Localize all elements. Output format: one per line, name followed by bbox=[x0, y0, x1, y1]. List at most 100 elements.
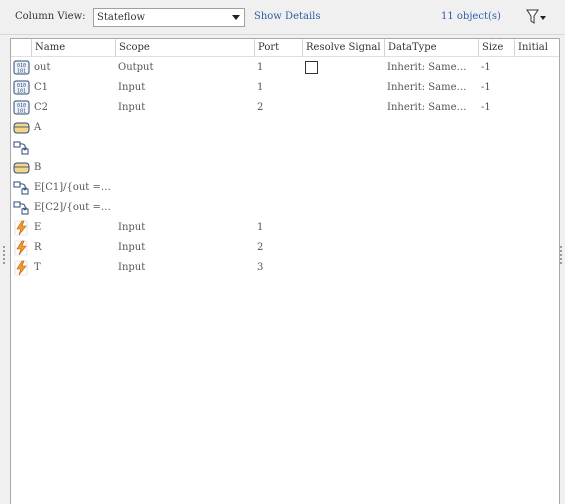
cell-name[interactable]: out bbox=[31, 58, 115, 78]
cell-datatype[interactable]: Inherit: Same… bbox=[384, 78, 478, 98]
transition-icon bbox=[13, 200, 31, 216]
cell-scope[interactable] bbox=[115, 138, 254, 158]
cell-name[interactable]: E[C1]/{out =… bbox=[31, 178, 115, 198]
cell-datatype[interactable] bbox=[384, 218, 478, 238]
cell-datatype[interactable] bbox=[384, 158, 478, 178]
cell-port[interactable]: 1 bbox=[254, 78, 302, 98]
cell-port[interactable] bbox=[254, 198, 302, 218]
table-row[interactable]: 010 101 out Output 1 Inherit: Same… -1 bbox=[11, 58, 559, 78]
cell-name[interactable] bbox=[31, 138, 115, 158]
cell-size[interactable] bbox=[478, 238, 514, 258]
cell-name[interactable]: E bbox=[31, 218, 115, 238]
cell-scope[interactable] bbox=[115, 198, 254, 218]
cell-scope[interactable]: Input bbox=[115, 78, 254, 98]
cell-scope[interactable] bbox=[115, 178, 254, 198]
cell-port[interactable]: 1 bbox=[254, 58, 302, 78]
table-row[interactable]: E Input 1 bbox=[11, 218, 559, 238]
table-row[interactable]: B bbox=[11, 158, 559, 178]
cell-port[interactable] bbox=[254, 118, 302, 138]
column-view-value: Stateflow bbox=[97, 12, 146, 23]
left-resize-handle[interactable] bbox=[3, 246, 6, 266]
cell-size[interactable] bbox=[478, 198, 514, 218]
cell-name[interactable]: C1 bbox=[31, 78, 115, 98]
table-row[interactable]: A bbox=[11, 118, 559, 138]
table-header: Name Scope Port Resolve Signal DataType … bbox=[11, 39, 559, 57]
transition-icon bbox=[13, 180, 31, 196]
model-data-table: Name Scope Port Resolve Signal DataType … bbox=[10, 38, 560, 504]
toolbar: Column View: Stateflow Show Details 11 o… bbox=[0, 0, 565, 34]
cell-size[interactable] bbox=[478, 138, 514, 158]
table-row[interactable]: T Input 3 bbox=[11, 258, 559, 278]
cell-datatype[interactable] bbox=[384, 118, 478, 138]
cell-scope[interactable]: Input bbox=[115, 218, 254, 238]
cell-datatype[interactable] bbox=[384, 178, 478, 198]
table-row[interactable] bbox=[11, 138, 559, 158]
filter-button[interactable] bbox=[525, 8, 547, 26]
cell-scope[interactable]: Input bbox=[115, 98, 254, 118]
cell-port[interactable]: 2 bbox=[254, 238, 302, 258]
column-header-initial[interactable]: Initial bbox=[514, 39, 559, 57]
cell-size[interactable]: -1 bbox=[478, 98, 514, 118]
svg-text:101: 101 bbox=[17, 69, 26, 75]
cell-datatype[interactable]: Inherit: Same… bbox=[384, 58, 478, 78]
state-icon bbox=[13, 160, 31, 176]
table-row[interactable]: E[C2]/{out =… bbox=[11, 198, 559, 218]
state-icon bbox=[13, 120, 31, 136]
cell-datatype[interactable]: Inherit: Same… bbox=[384, 98, 478, 118]
column-header-datatype[interactable]: DataType bbox=[384, 39, 478, 57]
cell-size[interactable] bbox=[478, 158, 514, 178]
data-icon: 010 101 bbox=[13, 80, 31, 96]
show-details-link[interactable]: Show Details bbox=[254, 11, 321, 22]
cell-size[interactable] bbox=[478, 218, 514, 238]
table-row[interactable]: 010 101 C2 Input 2 Inherit: Same… -1 bbox=[11, 98, 559, 118]
cell-name[interactable]: T bbox=[31, 258, 115, 278]
table-row[interactable]: E[C1]/{out =… bbox=[11, 178, 559, 198]
cell-port[interactable] bbox=[254, 138, 302, 158]
right-resize-handle[interactable] bbox=[560, 246, 563, 266]
cell-port[interactable] bbox=[254, 178, 302, 198]
data-icon: 010 101 bbox=[13, 100, 31, 116]
cell-scope[interactable] bbox=[115, 118, 254, 138]
cell-datatype[interactable] bbox=[384, 138, 478, 158]
column-header-name[interactable]: Name bbox=[31, 39, 115, 57]
cell-datatype[interactable] bbox=[384, 238, 478, 258]
sort-ascending-icon bbox=[492, 39, 500, 40]
column-header-size[interactable]: Size bbox=[478, 39, 514, 57]
transition-icon bbox=[13, 140, 31, 156]
cell-name[interactable]: C2 bbox=[31, 98, 115, 118]
event-icon bbox=[13, 260, 31, 276]
cell-size[interactable] bbox=[478, 118, 514, 138]
cell-port[interactable]: 2 bbox=[254, 98, 302, 118]
cell-size[interactable]: -1 bbox=[478, 58, 514, 78]
cell-port[interactable] bbox=[254, 158, 302, 178]
cell-scope[interactable]: Input bbox=[115, 258, 254, 278]
cell-scope[interactable] bbox=[115, 158, 254, 178]
cell-datatype[interactable] bbox=[384, 198, 478, 218]
cell-name[interactable]: R bbox=[31, 238, 115, 258]
cell-name[interactable]: E[C2]/{out =… bbox=[31, 198, 115, 218]
table-row[interactable]: 010 101 C1 Input 1 Inherit: Same… -1 bbox=[11, 78, 559, 98]
column-header-icon[interactable] bbox=[11, 39, 31, 57]
cell-name[interactable]: A bbox=[31, 118, 115, 138]
cell-size[interactable] bbox=[478, 258, 514, 278]
column-header-resolve-signal[interactable]: Resolve Signal bbox=[302, 39, 384, 57]
cell-datatype[interactable] bbox=[384, 258, 478, 278]
object-count-link[interactable]: 11 object(s) bbox=[441, 11, 501, 22]
cell-scope[interactable]: Output bbox=[115, 58, 254, 78]
column-view-label: Column View: bbox=[15, 11, 86, 22]
cell-port[interactable]: 1 bbox=[254, 218, 302, 238]
column-header-port[interactable]: Port bbox=[254, 39, 302, 57]
chevron-down-icon bbox=[232, 15, 240, 20]
cell-scope[interactable]: Input bbox=[115, 238, 254, 258]
cell-size[interactable] bbox=[478, 178, 514, 198]
event-icon bbox=[13, 220, 31, 236]
cell-port[interactable]: 3 bbox=[254, 258, 302, 278]
column-header-scope[interactable]: Scope bbox=[115, 39, 254, 57]
data-icon: 010 101 bbox=[13, 60, 31, 76]
cell-size[interactable]: -1 bbox=[478, 78, 514, 98]
table-row[interactable]: R Input 2 bbox=[11, 238, 559, 258]
cell-name[interactable]: B bbox=[31, 158, 115, 178]
svg-text:101: 101 bbox=[17, 109, 26, 115]
resolve-signal-checkbox[interactable] bbox=[305, 61, 318, 74]
column-view-select[interactable]: Stateflow bbox=[93, 8, 245, 27]
